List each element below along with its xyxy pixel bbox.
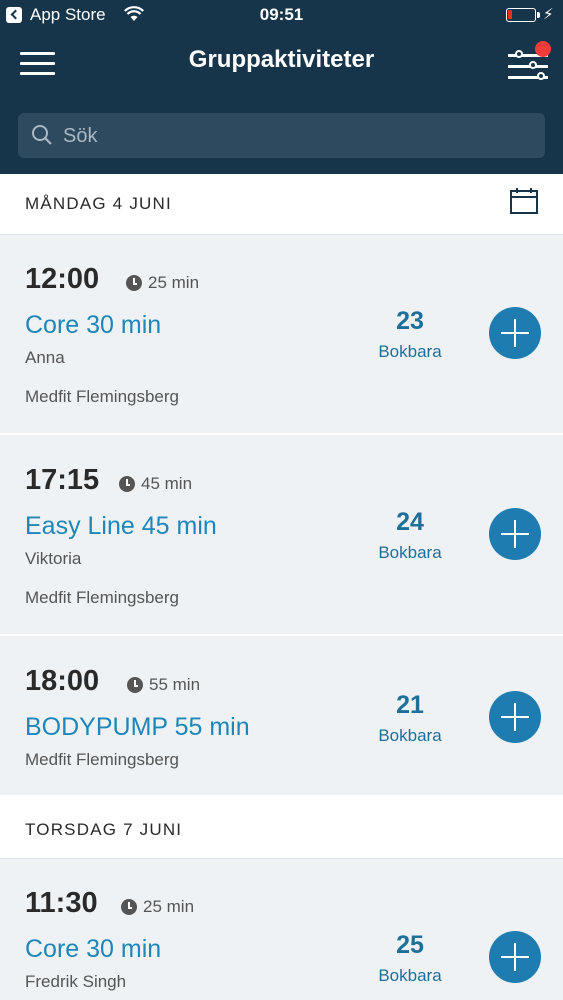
activity-time: 17:15 bbox=[25, 464, 100, 496]
search-icon bbox=[31, 124, 53, 146]
activity-name[interactable]: Core 30 min bbox=[25, 935, 161, 964]
activity-duration: 25 min bbox=[143, 897, 195, 916]
activity-duration: 55 min bbox=[149, 675, 201, 694]
filter-active-badge bbox=[535, 41, 551, 57]
day-label: TORSDAG 7 JUNI bbox=[25, 820, 183, 839]
available-label: Bokbara bbox=[378, 966, 442, 985]
available-label: Bokbara bbox=[378, 726, 442, 745]
battery-icon bbox=[506, 8, 540, 22]
search-placeholder: Sök bbox=[63, 125, 98, 147]
add-booking-button[interactable] bbox=[489, 307, 541, 359]
activity-name[interactable]: Core 30 min bbox=[25, 311, 161, 340]
activity-duration: 45 min bbox=[141, 474, 193, 493]
activity-location: Medfit Flemingsberg bbox=[25, 588, 180, 607]
day-label: MÅNDAG 4 JUNI bbox=[25, 194, 172, 213]
search-field[interactable]: Sök bbox=[18, 113, 545, 158]
available-count: 24 bbox=[396, 508, 424, 536]
add-booking-button[interactable] bbox=[489, 691, 541, 743]
available-count: 25 bbox=[396, 931, 424, 959]
available-label: Bokbara bbox=[378, 543, 442, 562]
activity-time: 11:30 bbox=[25, 887, 98, 919]
activity-card[interactable]: 18:00 55 min BODYPUMP 55 min Medfit Flem… bbox=[0, 637, 563, 797]
clock-icon bbox=[126, 275, 142, 291]
clock-icon bbox=[121, 899, 137, 915]
calendar-icon[interactable] bbox=[510, 188, 538, 214]
activity-card[interactable]: 12:00 25 min Core 30 min Anna Medfit Fle… bbox=[0, 235, 563, 435]
day-header: MÅNDAG 4 JUNI bbox=[0, 174, 563, 235]
available-label: Bokbara bbox=[378, 342, 442, 361]
add-booking-button[interactable] bbox=[489, 931, 541, 983]
available-count: 23 bbox=[396, 307, 424, 335]
charging-icon: ⚡ bbox=[543, 6, 554, 23]
activity-location: Medfit Flemingsberg bbox=[25, 750, 180, 769]
status-time: 09:51 bbox=[259, 5, 304, 24]
day-header: TORSDAG 7 JUNI bbox=[0, 797, 563, 859]
filter-icon[interactable] bbox=[505, 41, 553, 84]
activity-card[interactable]: 17:15 45 min Easy Line 45 min Viktoria M… bbox=[0, 436, 563, 636]
activity-time: 12:00 bbox=[25, 263, 100, 295]
available-count: 21 bbox=[396, 691, 424, 719]
activity-time: 18:00 bbox=[25, 665, 100, 697]
app-header: App Store 09:51 ⚡ Gruppaktiviteter Sök bbox=[0, 0, 563, 174]
page-title: Gruppaktiviteter bbox=[188, 46, 375, 73]
activity-location: Medfit Flemingsberg bbox=[25, 387, 180, 406]
add-booking-button[interactable] bbox=[489, 508, 541, 560]
activity-instructor: Viktoria bbox=[25, 549, 82, 568]
activity-duration: 25 min bbox=[148, 273, 200, 292]
activity-instructor: Fredrik Singh bbox=[25, 972, 127, 991]
activity-card[interactable]: 11:30 25 min Core 30 min Fredrik Singh 2… bbox=[0, 859, 563, 1000]
clock-icon bbox=[119, 476, 135, 492]
activity-name[interactable]: BODYPUMP 55 min bbox=[25, 713, 250, 742]
activity-name[interactable]: Easy Line 45 min bbox=[25, 512, 217, 541]
status-bar: App Store 09:51 ⚡ bbox=[0, 0, 563, 32]
activity-instructor: Anna bbox=[25, 348, 65, 367]
clock-icon bbox=[127, 677, 143, 693]
